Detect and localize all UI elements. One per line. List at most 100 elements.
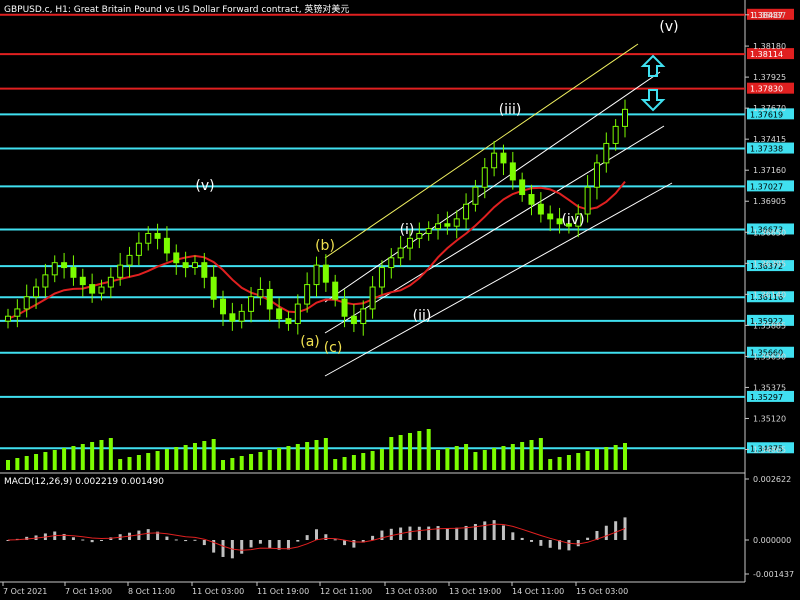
wave-label: (i): [400, 222, 415, 238]
trend-channels: [324, 43, 673, 377]
volume-bar: [398, 435, 403, 470]
volume-bar: [501, 446, 506, 470]
price-scale-label: 1.37925: [753, 73, 786, 82]
candle-body: [341, 298, 348, 317]
price-scale-label: 1.37670: [753, 104, 786, 113]
level-tag-label: 1.37830: [750, 85, 783, 94]
candle-body: [313, 264, 320, 286]
wave-label: (v): [659, 19, 678, 35]
price-scale-label: 1.37160: [753, 166, 786, 175]
time-axis-label: 11 Oct 19:00: [257, 587, 309, 596]
candle-body: [350, 315, 357, 325]
candle-body: [593, 162, 600, 188]
volume-bar: [314, 440, 319, 470]
volume-bar: [445, 448, 450, 470]
candle-body: [257, 288, 264, 298]
wave-label: (c): [324, 340, 343, 356]
volume-bar: [492, 448, 497, 470]
volume-bar: [174, 447, 179, 470]
candle-body: [369, 286, 376, 310]
volume-bar: [6, 460, 10, 470]
candle-body: [304, 284, 311, 305]
macd-histogram-bar: [389, 528, 393, 540]
macd-scale-label: -0.001437: [753, 570, 794, 579]
volume-bar: [183, 445, 188, 470]
candle-body: [500, 152, 507, 164]
volume-bar: [379, 449, 384, 470]
candle-body: [70, 267, 77, 278]
macd-histogram-bar: [483, 521, 487, 540]
candle-body: [182, 262, 189, 269]
candle-body: [481, 167, 488, 188]
volume-bar: [71, 446, 76, 470]
time-axis-label: 7 Oct 2021: [3, 587, 47, 596]
volume-bar: [249, 454, 254, 470]
candle-body: [294, 303, 301, 325]
volume-bar: [548, 459, 553, 470]
level-tag-label: 1.38114: [750, 50, 783, 59]
candle-body: [547, 213, 554, 220]
macd-histogram-bar: [408, 526, 412, 540]
macd-histogram-bar: [371, 535, 375, 540]
candle-body: [163, 237, 170, 254]
candle-body: [397, 247, 404, 259]
candle-body: [248, 296, 255, 312]
macd-histogram-bar: [146, 529, 150, 540]
candle-body: [622, 108, 628, 127]
candle-body: [33, 286, 40, 298]
candle-body: [173, 252, 180, 264]
level-tag-label: 1.35297: [750, 393, 783, 402]
candle-body: [266, 288, 273, 310]
volume-bar: [576, 453, 581, 470]
volume-bar: [585, 451, 590, 470]
candle-body: [528, 194, 535, 205]
price-scale-label: 1.35630: [753, 352, 786, 361]
time-axis-label: 8 Oct 11:00: [128, 587, 175, 596]
volume-bar: [454, 446, 459, 470]
volume-bar: [277, 448, 282, 470]
macd-histogram-bar: [258, 540, 262, 544]
macd-histogram-bar: [324, 534, 328, 540]
volume-bar: [155, 451, 160, 470]
candle-body: [276, 308, 283, 320]
volume-bar: [43, 452, 48, 470]
macd-histogram-bar: [221, 540, 225, 557]
wave-label: (iv): [561, 212, 584, 228]
macd-histogram-bar: [501, 525, 505, 540]
candle-body: [388, 257, 395, 269]
candle-body: [23, 296, 30, 310]
level-tag-label: 1.37027: [750, 182, 783, 191]
volume-bar: [62, 448, 67, 470]
volume-bar: [417, 431, 422, 470]
volume-bar: [136, 455, 141, 470]
direction-arrows: [640, 54, 666, 112]
macd-histogram-bar: [492, 520, 496, 540]
candle-body: [406, 237, 413, 249]
candle-body: [425, 228, 432, 234]
macd-histogram-bar: [614, 521, 618, 540]
candle-body: [444, 223, 451, 227]
wave-label: (a): [300, 334, 320, 350]
price-scale-label: 1.35375: [753, 383, 786, 392]
price-scale-label: 1.36395: [753, 259, 786, 268]
candle-body: [509, 162, 516, 181]
macd-histogram-bar: [511, 532, 515, 540]
candle-body: [416, 232, 423, 239]
macd-histogram-bar: [445, 528, 449, 540]
candle-body: [537, 203, 544, 215]
time-axis-label: 15 Oct 03:00: [576, 587, 628, 596]
candle-body: [191, 262, 198, 269]
price-scale-label: 1.37415: [753, 135, 786, 144]
candle-body: [126, 254, 133, 266]
candle-body: [378, 267, 385, 288]
macd-histogram-bar: [249, 540, 253, 548]
candle-body: [154, 232, 161, 239]
volume-bar: [333, 459, 338, 470]
time-axis-label: 7 Oct 19:00: [65, 587, 112, 596]
candle-body: [332, 281, 339, 300]
macd-histogram-bar: [165, 536, 169, 540]
macd-scale-label: 0.000000: [753, 536, 791, 545]
volume-bar: [192, 443, 197, 470]
candles: [5, 99, 628, 336]
candle-body: [117, 264, 124, 278]
